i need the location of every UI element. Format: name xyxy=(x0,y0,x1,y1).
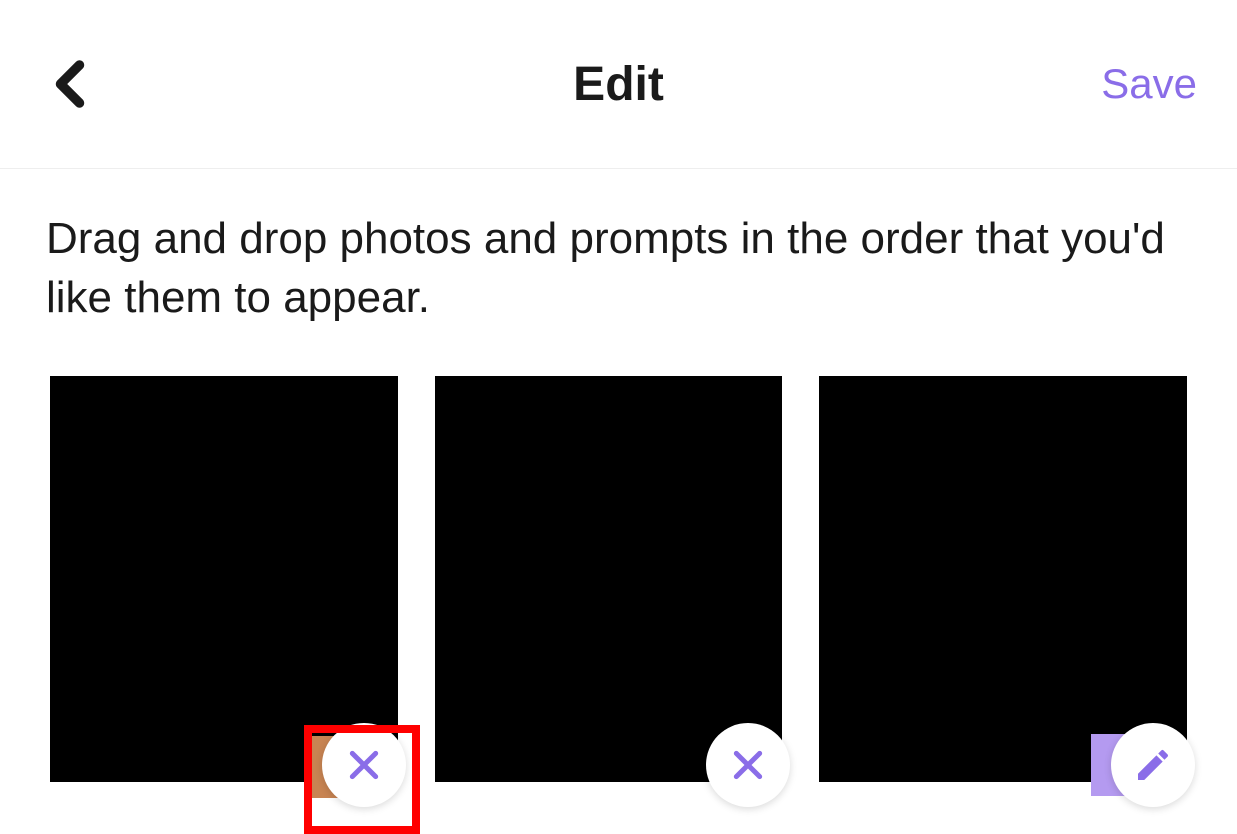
save-button[interactable]: Save xyxy=(1101,60,1197,108)
remove-photo-button[interactable] xyxy=(706,723,790,807)
remove-photo-button[interactable] xyxy=(322,723,406,807)
close-icon xyxy=(344,745,384,785)
photo-item xyxy=(819,376,1187,782)
page-title: Edit xyxy=(573,57,664,112)
photo-grid xyxy=(0,348,1237,782)
photo-placeholder[interactable] xyxy=(819,376,1187,782)
photo-item xyxy=(50,376,398,782)
photo-placeholder[interactable] xyxy=(435,376,783,782)
photo-placeholder[interactable] xyxy=(50,376,398,782)
chevron-left-icon xyxy=(51,58,89,110)
pencil-icon xyxy=(1133,745,1173,785)
photo-item xyxy=(435,376,783,782)
close-icon xyxy=(728,745,768,785)
back-button[interactable] xyxy=(40,54,100,114)
instruction-text: Drag and drop photos and prompts in the … xyxy=(0,169,1237,348)
header: Edit Save xyxy=(0,0,1237,169)
edit-photo-button[interactable] xyxy=(1111,723,1195,807)
